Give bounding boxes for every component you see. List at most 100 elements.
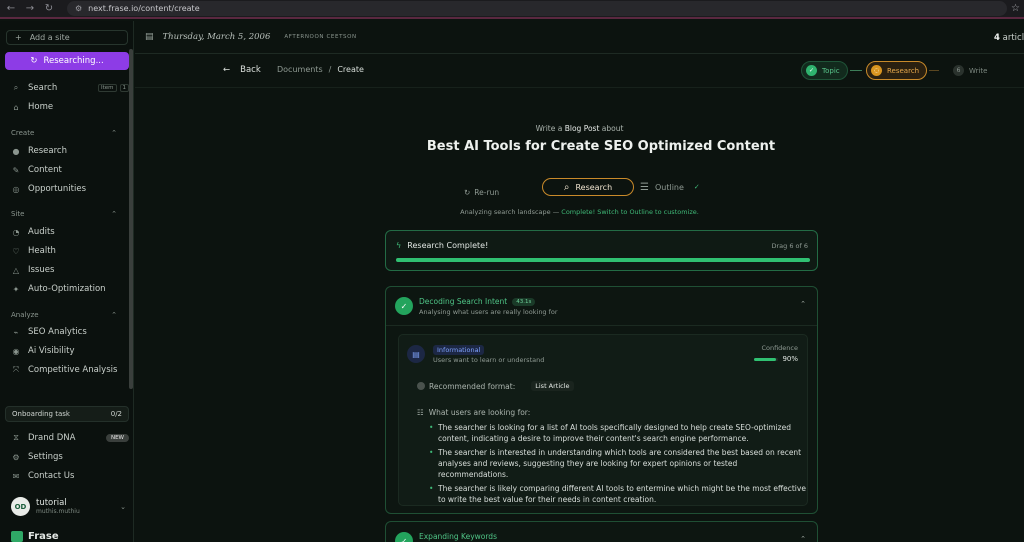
step-label: Research: [887, 66, 920, 75]
step-write[interactable]: 6 Write: [948, 61, 995, 80]
list-icon: ☰: [640, 181, 649, 193]
breadcrumb-separator: /: [328, 65, 332, 74]
home-icon: ⌂: [13, 102, 19, 112]
rerun-button[interactable]: ↻ Re-run: [464, 188, 499, 197]
onboarding-task[interactable]: Onboarding task 0/2: [5, 406, 129, 422]
write-prefix: Write a: [535, 124, 563, 133]
back-button[interactable]: ← Back: [223, 65, 261, 75]
arrow-left-icon: ←: [223, 65, 231, 75]
hint-text: Analyzing search landscape —: [460, 208, 560, 216]
shortcut-key: 1: [119, 84, 129, 92]
browser-forward-icon[interactable]: →: [22, 3, 38, 14]
articles-number: 4: [994, 33, 1000, 43]
step-label: Write: [969, 66, 988, 75]
confidence-bar: [754, 357, 779, 361]
expanding-keywords-card[interactable]: ✓ Expanding Keywords ⌃: [385, 521, 818, 542]
sidebar-item-content[interactable]: ✎ Content: [11, 163, 129, 177]
chevron-up-icon[interactable]: ⌃: [800, 300, 806, 308]
sidebar-item-label: Home: [28, 102, 54, 112]
section-create-header[interactable]: Create ⌃: [11, 129, 117, 137]
step-topic[interactable]: ✓ Topic: [801, 61, 848, 80]
check-icon: ✓: [806, 65, 817, 76]
add-site-button[interactable]: + Add a site: [6, 30, 128, 45]
articles-label: article: [1002, 33, 1024, 43]
section-site-header[interactable]: Site ⌃: [11, 210, 117, 218]
check-icon: ✓: [395, 297, 413, 315]
sidebar-item-settings[interactable]: ⚙ Settings: [11, 450, 129, 464]
section-label: Create: [11, 129, 35, 137]
research-icon: ●: [12, 146, 20, 156]
sidebar-item-label: Research: [28, 146, 67, 156]
sidebar-item-ai-visibility[interactable]: ◉ Ai Visibility: [11, 344, 129, 358]
sidebar-item-home[interactable]: ⌂ Home: [11, 100, 129, 114]
research-mode-tab[interactable]: ⌕ Research: [542, 178, 634, 196]
sidebar-item-seo-analytics[interactable]: ⌁ SEO Analytics: [11, 325, 129, 339]
list-item: The searcher is looking for a list of AI…: [429, 422, 807, 444]
sidebar-item-label: Ai Visibility: [28, 346, 75, 356]
gear-icon: ⚙: [12, 452, 20, 462]
divider: [386, 325, 817, 326]
list-item: The searcher is interested in understand…: [429, 447, 807, 480]
outline-mode-tab[interactable]: ☰ Outline ✓: [638, 178, 716, 196]
site-info-icon[interactable]: ⚙: [75, 4, 82, 13]
step-research[interactable]: ◌ Research: [866, 61, 928, 80]
write-about-line: Write a Blog Post about: [135, 124, 1024, 133]
refresh-icon: ↻: [464, 188, 471, 197]
audit-icon: ◔: [12, 227, 20, 237]
address-bar[interactable]: ⚙ next.frase.io/content/create: [67, 1, 1007, 16]
chevron-up-icon[interactable]: ⌃: [800, 535, 806, 542]
sidebar-item-search[interactable]: ⌕ Search Item 1: [11, 81, 129, 95]
content-type[interactable]: Blog Post: [565, 124, 600, 133]
progress-bar: [396, 258, 810, 262]
status-hint: Analyzing search landscape — Complete! S…: [135, 208, 1024, 216]
user-menu[interactable]: OD tutorial muthis.muthiu ⌄: [11, 497, 126, 516]
sidebar-item-label: Audits: [28, 227, 55, 237]
sidebar-item-auto-optimization[interactable]: ✦ Auto-Optimization: [11, 282, 129, 296]
search-icon: ⌕: [13, 83, 19, 92]
sidebar-item-issues[interactable]: △ Issues: [11, 263, 129, 277]
sidebar-item-label: Settings: [28, 452, 63, 462]
sidebar-item-label: Content: [28, 165, 62, 175]
page-title: Best AI Tools for Create SEO Optimized C…: [426, 139, 776, 154]
research-tab-label: Research: [575, 182, 613, 192]
sidebar-item-label: Health: [28, 246, 56, 256]
warning-icon: △: [12, 265, 20, 275]
sidebar-item-brand-dna[interactable]: ⧖ Drand DNA NEW: [11, 431, 129, 445]
list-icon: ☷: [417, 408, 424, 417]
outline-tab-label: Outline: [654, 182, 684, 192]
sidebar-scrollbar[interactable]: [129, 49, 133, 389]
browser-reload-icon[interactable]: ↻: [41, 3, 57, 14]
spinner-icon: ↻: [30, 56, 38, 66]
researching-button[interactable]: ↻ Researching...: [5, 52, 129, 70]
recommended-format-value: List Article: [531, 381, 574, 391]
recommended-format-label: Recommended format:: [429, 381, 516, 391]
research-step-icon: ◌: [871, 65, 882, 76]
switch-to-outline-link[interactable]: Complete! Switch to Outline to customize…: [561, 208, 699, 216]
shortcut-key: Item: [97, 84, 117, 92]
top-bar: ▤ Thursday, March 5, 2006 AFTERNOON CEET…: [135, 21, 1024, 54]
user-name: tutorial: [36, 498, 67, 508]
sidebar-item-health[interactable]: ♡ Health: [11, 244, 129, 258]
browser-back-icon[interactable]: ←: [3, 3, 19, 14]
check-icon: ✓: [395, 532, 413, 542]
sidebar-item-contact[interactable]: ✉ Contact Us: [11, 469, 129, 483]
sidebar-item-audits[interactable]: ◔ Audits: [11, 225, 129, 239]
new-badge: NEW: [105, 434, 129, 442]
sidebar-item-label: Opportunities: [28, 184, 86, 194]
complete-title: ϟ Research Complete!: [396, 241, 488, 250]
section-label: Analyze: [11, 311, 39, 319]
articles-count: 4 article: [994, 33, 1024, 43]
looking-for-label: What users are looking for:: [428, 408, 531, 417]
progress-bar-fill: [396, 258, 810, 262]
sidebar-item-opportunities[interactable]: ◎ Opportunities: [11, 182, 129, 196]
sidebar-item-label: Competitive Analysis: [28, 365, 118, 375]
section-analyze-header[interactable]: Analyze ⌃: [11, 311, 117, 319]
sidebar-item-competitive-analysis[interactable]: ⤧ Competitive Analysis: [11, 363, 129, 377]
step-label: Topic: [822, 66, 840, 75]
bookmark-star-icon[interactable]: ☆: [1011, 3, 1020, 14]
research-complete-card: ϟ Research Complete! Drag 6 of 6: [385, 230, 818, 271]
breadcrumb-documents[interactable]: Documents: [277, 65, 323, 74]
sidebar-item-research[interactable]: ● Research: [11, 144, 129, 158]
onboarding-label: Onboarding task: [12, 410, 70, 418]
step-progress-text: Drag 6 of 6: [771, 242, 808, 250]
